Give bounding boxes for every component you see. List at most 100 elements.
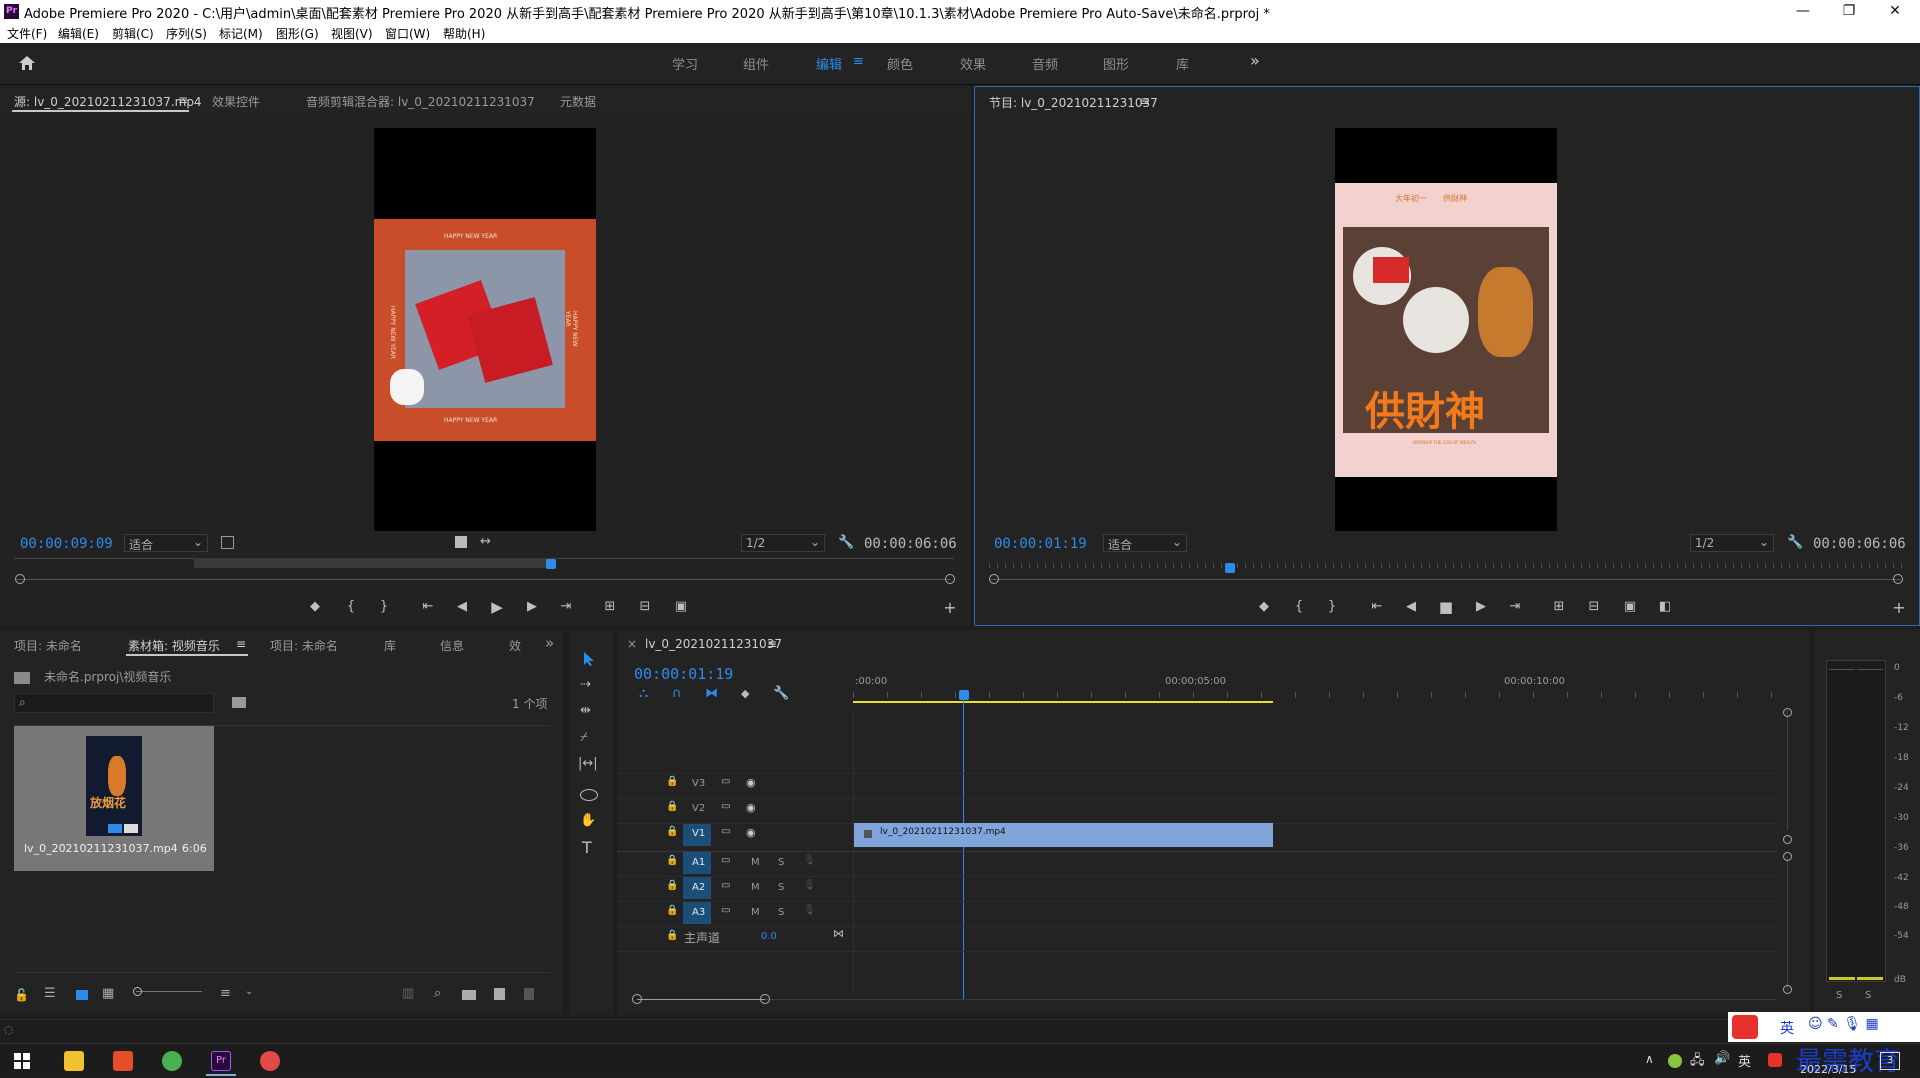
sogou-icon[interactable] <box>1732 1015 1758 1039</box>
audio-vertical-scrollbar[interactable] <box>1787 856 1788 991</box>
track-label-a2[interactable]: A2 <box>692 882 705 893</box>
tab-audio-clip-mixer[interactable]: 音频剪辑混合器: lv_0_20210211231037 <box>306 93 535 110</box>
clip-thumbnail-card[interactable]: 放烟花 lv_0_20210211231037.mp4 6:06 <box>14 726 214 871</box>
zoom-handle-right[interactable] <box>760 994 770 1004</box>
step-forward-icon[interactable]: ▶ <box>1471 599 1491 614</box>
track-lock-icon[interactable]: 🔒 <box>666 880 678 891</box>
tab-project-1[interactable]: 项目: 未命名 <box>14 637 82 654</box>
network-icon[interactable]: 🖧 <box>1690 1051 1705 1073</box>
eye-icon[interactable]: ◉ <box>746 826 756 839</box>
lock-icon[interactable]: 🔓 <box>14 988 29 1002</box>
tab-source-menu[interactable]: ≡ <box>178 93 188 107</box>
source-playhead[interactable] <box>546 559 556 569</box>
work-area-bar[interactable] <box>853 701 1273 703</box>
mute-button[interactable]: M <box>751 907 760 918</box>
sequence-tab[interactable]: lv_0_20210211231037 <box>645 637 782 651</box>
timeline-playhead-handle[interactable] <box>959 690 969 700</box>
source-zoom-bar[interactable] <box>16 579 951 580</box>
home-icon[interactable] <box>18 55 36 71</box>
zoom-handle-right[interactable] <box>945 574 955 584</box>
volume-icon[interactable]: 🔊 <box>1714 1051 1730 1066</box>
go-to-out-icon[interactable]: ⇥ <box>1505 599 1525 614</box>
workspace-more-button[interactable]: » <box>1250 51 1260 70</box>
linked-selection-icon[interactable]: ⧓ <box>705 686 718 701</box>
windows-start-icon[interactable] <box>14 1053 30 1069</box>
workspace-effects[interactable]: 效果 <box>960 54 986 73</box>
video-vertical-scrollbar[interactable] <box>1787 710 1788 830</box>
track-label-v1[interactable]: V1 <box>692 828 705 839</box>
track-label-a1[interactable]: A1 <box>692 857 705 868</box>
microphone-icon[interactable]: 🎙 <box>803 855 816 866</box>
slip-tool-icon[interactable]: |↔| <box>578 756 598 771</box>
tab-effect-controls[interactable]: 效果控件 <box>212 93 260 110</box>
microphone-icon[interactable]: 🎙 <box>803 880 816 891</box>
track-select-tool-icon[interactable]: ⇢ <box>580 677 591 692</box>
list-view-icon[interactable]: ☰ <box>44 986 56 1001</box>
tab-bin[interactable]: 素材箱: 视频音乐 <box>128 637 220 654</box>
solo-button[interactable]: S <box>778 882 784 893</box>
recorder-icon[interactable] <box>260 1051 280 1071</box>
eye-icon[interactable]: ◉ <box>746 801 756 814</box>
mute-button[interactable]: M <box>751 882 760 893</box>
zoom-handle-left[interactable] <box>632 994 642 1004</box>
razor-tool-icon[interactable]: ⌿ <box>580 730 588 745</box>
menu-graphics[interactable]: 图形(G) <box>276 25 319 42</box>
menu-edit[interactable]: 编辑(E) <box>58 25 99 42</box>
type-tool-icon[interactable]: T <box>582 838 592 857</box>
tray-overflow-icon[interactable]: ∧ <box>1645 1052 1654 1066</box>
solo-button[interactable]: S <box>778 857 784 868</box>
go-to-in-icon[interactable]: ⇤ <box>1367 599 1387 614</box>
minimize-button[interactable]: — <box>1780 0 1826 23</box>
mark-in-icon[interactable]: { <box>1289 599 1309 614</box>
overwrite-clip-icon[interactable]: ⊟ <box>635 599 655 614</box>
track-lock-icon[interactable]: 🔒 <box>666 776 678 787</box>
file-explorer-icon[interactable] <box>64 1051 84 1071</box>
mark-out-icon[interactable]: } <box>374 599 394 614</box>
snap-icon[interactable]: ∩ <box>672 686 682 701</box>
program-time-ruler[interactable] <box>989 563 1904 568</box>
add-marker-icon[interactable]: ◆ <box>305 599 325 614</box>
premiere-taskbar-icon[interactable]: Pr <box>211 1051 231 1071</box>
menu-view[interactable]: 视图(V) <box>331 25 373 42</box>
track-lock-icon[interactable]: 🔒 <box>666 905 678 916</box>
add-marker-icon[interactable]: ◆ <box>1254 599 1274 614</box>
tab-libraries[interactable]: 库 <box>384 637 396 654</box>
html-app-icon[interactable] <box>113 1051 133 1071</box>
tab-metadata[interactable]: 元数据 <box>560 93 596 110</box>
zoom-handle-left[interactable] <box>15 574 25 584</box>
tab-source[interactable]: 源: lv_0_20210211231037.mp4 <box>14 93 202 110</box>
workspace-graphics[interactable]: 图形 <box>1103 54 1129 73</box>
new-bin-from-search-icon[interactable] <box>232 697 246 708</box>
sort-icon[interactable]: ≡ <box>220 986 231 1001</box>
time-ruler[interactable] <box>853 692 1775 698</box>
scroll-handle[interactable] <box>1783 985 1792 994</box>
play-icon[interactable]: ▶ <box>487 598 507 616</box>
eye-icon[interactable]: ◉ <box>746 776 756 789</box>
program-title[interactable]: 节目: lv_0_20210211231037 <box>989 94 1158 111</box>
sync-lock-icon[interactable]: ▭ <box>721 776 730 787</box>
add-button-icon[interactable]: + <box>940 598 960 617</box>
solo-button[interactable]: S <box>778 907 784 918</box>
mute-button[interactable]: M <box>751 857 760 868</box>
source-inout-range[interactable] <box>194 558 554 568</box>
step-forward-icon[interactable]: ▶ <box>522 599 542 614</box>
add-button-icon[interactable]: + <box>1889 598 1909 617</box>
wrench-icon[interactable]: 🔧 <box>1787 535 1803 550</box>
new-item-icon[interactable] <box>494 988 505 1000</box>
program-timecode[interactable]: 00:00:01:19 <box>994 536 1087 552</box>
timeline-timecode[interactable]: 00:00:01:19 <box>634 665 733 683</box>
drag-audio-icon[interactable]: ↔ <box>480 534 491 549</box>
mark-out-icon[interactable]: } <box>1322 599 1342 614</box>
menu-sequence[interactable]: 序列(S) <box>166 25 207 42</box>
camera-icon[interactable]: ▣ <box>1620 599 1640 614</box>
tab-project-2[interactable]: 项目: 未命名 <box>270 637 338 654</box>
program-resolution-select[interactable]: 1/2 ⌄ <box>1690 534 1774 552</box>
timeline-zoom-range[interactable] <box>637 999 765 1000</box>
track-label-v2[interactable]: V2 <box>692 803 705 814</box>
new-bin-icon[interactable] <box>462 990 476 1000</box>
go-to-clip-icon[interactable]: ⋈ <box>833 927 844 940</box>
panel-more-button[interactable]: » <box>545 634 554 652</box>
workspace-learn[interactable]: 学习 <box>672 54 698 73</box>
insert-clip-icon[interactable]: ⊞ <box>600 599 620 614</box>
slider-handle[interactable] <box>133 987 142 996</box>
